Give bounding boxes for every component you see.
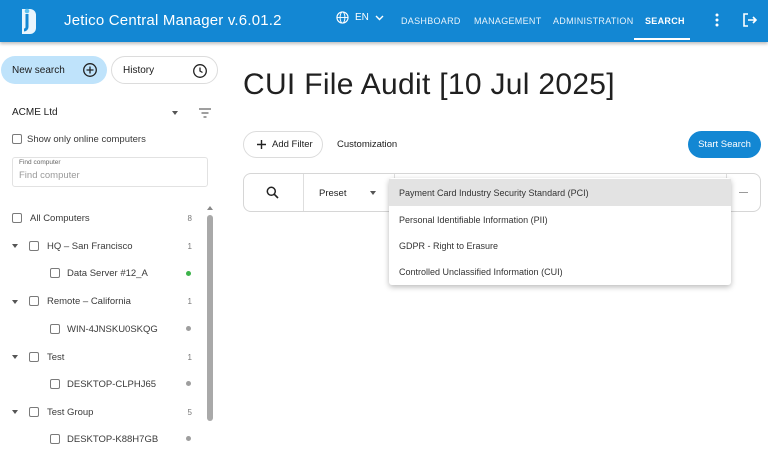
find-computer-field[interactable]: Find computer Find computer [12, 157, 208, 187]
tree-checkbox[interactable] [29, 407, 39, 417]
search-icon[interactable] [266, 186, 279, 199]
tree-label: All Computers [30, 213, 90, 224]
tree-count: 1 [187, 242, 192, 251]
chevron-down-icon [375, 15, 384, 20]
tree-checkbox[interactable] [50, 268, 60, 278]
sidebar-scrollbar[interactable] [207, 215, 213, 421]
nav-search[interactable]: SEARCH [645, 0, 685, 42]
language-label: EN [355, 12, 369, 23]
history-button[interactable]: History [111, 56, 218, 84]
language-selector[interactable]: EN [336, 11, 384, 24]
tree-label: Test Group [47, 407, 94, 418]
top-app-bar: Jetico Central Manager v.6.01.2 EN DASHB… [0, 0, 768, 42]
page-title: CUI File Audit [10 Jul 2025] [243, 68, 615, 101]
expand-icon[interactable] [12, 410, 18, 414]
customization-button[interactable]: Customization [337, 139, 397, 150]
tree-count: 1 [187, 353, 192, 362]
add-circle-icon [83, 63, 97, 77]
tree-checkbox[interactable] [50, 324, 60, 334]
find-computer-label: Find computer [19, 159, 61, 166]
jetico-logo-icon[interactable] [18, 6, 40, 36]
tree-label: Test [47, 352, 65, 363]
tree-label: WIN-4JNSKU0SKQG [67, 324, 158, 335]
divider [303, 174, 304, 211]
preset-dropdown-menu: Payment Card Industry Security Standard … [389, 178, 731, 285]
offline-status-dot [186, 436, 191, 441]
online-status-dot [186, 271, 191, 276]
tree-count: 1 [187, 297, 192, 306]
filter-type-selector[interactable]: Preset [319, 188, 346, 199]
tree-checkbox[interactable] [50, 379, 60, 389]
active-tab-indicator [634, 38, 690, 40]
offline-status-dot [186, 381, 191, 386]
preset-option-pci[interactable]: Payment Card Industry Security Standard … [389, 179, 731, 206]
tree-label: HQ – San Francisco [47, 241, 133, 252]
online-only-label: Show only online computers [27, 134, 146, 145]
remove-filter-icon[interactable] [739, 192, 748, 193]
company-selector[interactable]: ACME Ltd [12, 107, 58, 118]
nav-dashboard[interactable]: DASHBOARD [401, 0, 461, 42]
expand-icon[interactable] [12, 300, 18, 304]
tree-count: 8 [187, 214, 192, 223]
logout-icon[interactable] [741, 11, 759, 29]
plus-icon [257, 140, 266, 149]
nav-management[interactable]: MANAGEMENT [474, 0, 542, 42]
offline-status-dot [186, 326, 191, 331]
start-search-button[interactable]: Start Search [688, 131, 761, 158]
tree-label: DESKTOP-K88H7GB [67, 434, 159, 445]
filter-icon[interactable] [198, 107, 212, 119]
filter-type-dropdown-icon[interactable] [370, 191, 376, 195]
preset-option-gdpr[interactable]: GDPR - Right to Erasure [389, 232, 731, 259]
new-search-button[interactable]: New search [1, 56, 107, 84]
nav-administration[interactable]: ADMINISTRATION [553, 0, 634, 42]
expand-icon[interactable] [12, 355, 18, 359]
add-filter-label: Add Filter [272, 139, 313, 150]
clock-icon [193, 64, 207, 78]
preset-option-pii[interactable]: Personal Identifiable Information (PII) [389, 206, 731, 233]
expand-icon[interactable] [12, 244, 18, 248]
tree-checkbox[interactable] [12, 213, 22, 223]
tree-label: Data Server #12_A [67, 268, 148, 279]
tree-checkbox[interactable] [29, 352, 39, 362]
tree-count: 5 [187, 408, 192, 417]
company-dropdown-icon[interactable] [172, 111, 178, 115]
tree-checkbox[interactable] [29, 296, 39, 306]
online-only-checkbox[interactable] [12, 134, 22, 144]
app-title: Jetico Central Manager v.6.01.2 [64, 12, 282, 29]
preset-option-cui[interactable]: Controlled Unclassified Information (CUI… [389, 258, 731, 285]
tree-checkbox[interactable] [50, 434, 60, 444]
history-label: History [123, 64, 155, 76]
new-search-label: New search [12, 64, 65, 76]
tree-label: Remote – California [47, 296, 131, 307]
globe-icon [336, 11, 349, 24]
find-computer-placeholder: Find computer [19, 170, 80, 181]
more-vertical-icon[interactable] [708, 11, 726, 29]
add-filter-button[interactable]: Add Filter [243, 131, 323, 158]
tree-checkbox[interactable] [29, 241, 39, 251]
scroll-up-arrow-icon[interactable] [207, 206, 213, 210]
tree-label: DESKTOP-CLPHJ65 [67, 379, 157, 390]
